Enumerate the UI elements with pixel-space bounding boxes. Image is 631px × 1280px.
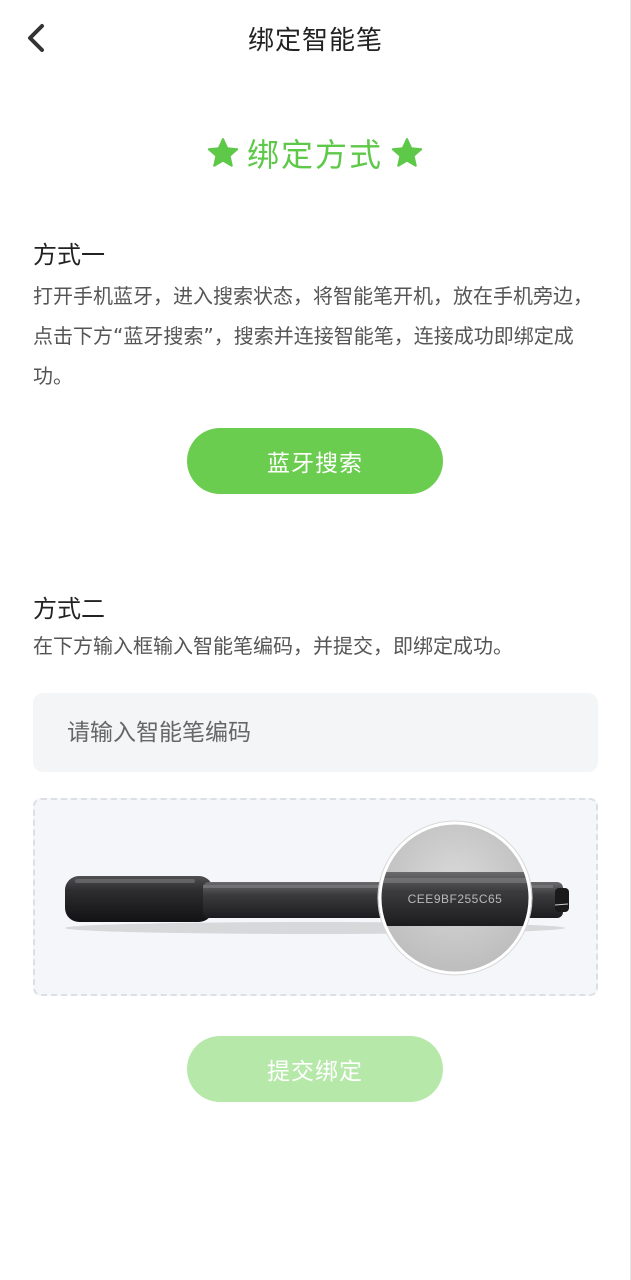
header: 绑定智能笔	[0, 0, 631, 78]
method-two-title: 方式二	[33, 595, 105, 623]
star-icon	[207, 138, 239, 167]
smart-pen-image: CEE9BF255C65	[65, 820, 569, 976]
method-one-title: 方式一	[33, 241, 105, 269]
method-one-description: 打开手机蓝牙，进入搜索状态，将智能笔开机，放在手机旁边，点击下方“蓝牙搜索”，搜…	[33, 284, 593, 388]
pen-serial-number: CEE9BF255C65	[408, 892, 503, 906]
pen-code-illustration: CEE9BF255C65	[33, 798, 598, 996]
bind-smart-pen-page: 绑定智能笔 绑定方式 方式一 打开手机蓝牙，进入搜索状态，将智能笔开机，放在手机…	[0, 0, 631, 1280]
star-icon	[391, 138, 423, 167]
bluetooth-search-button[interactable]: 蓝牙搜索	[187, 428, 443, 494]
submit-binding-button[interactable]: 提交绑定	[187, 1036, 443, 1102]
page-title: 绑定智能笔	[247, 26, 383, 56]
pen-code-input[interactable]	[33, 693, 598, 772]
method-two-description: 在下方输入框输入智能笔编码，并提交，即绑定成功。	[33, 634, 513, 658]
heading-text: 绑定方式	[246, 136, 383, 174]
binding-method-heading: 绑定方式	[0, 130, 630, 176]
